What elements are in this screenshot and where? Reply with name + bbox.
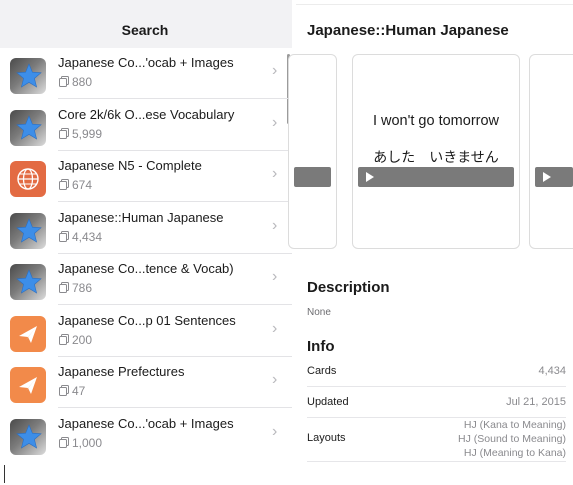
search-header: Search [0, 0, 292, 48]
deck-row[interactable]: Japanese Co...'ocab + Images 880 › [0, 48, 292, 99]
description-value: None [307, 307, 331, 318]
info-row-updated: Updated Jul 21, 2015 [307, 387, 566, 418]
deck-title: Japanese Co...p 01 Sentences [58, 312, 236, 328]
chevron-right-icon: › [272, 371, 278, 388]
card-preview-previous[interactable] [288, 54, 337, 249]
info-value: 4,434 [538, 365, 566, 377]
deck-title: Japanese N5 - Complete [58, 158, 202, 173]
cards-icon [59, 282, 69, 293]
cards-icon [59, 385, 69, 396]
deck-card-count: 674 [72, 178, 93, 192]
chevron-right-icon: › [272, 165, 278, 182]
divider [296, 4, 573, 5]
layout-item: HJ (Meaning to Kana) [463, 447, 566, 459]
description-heading: Description [307, 279, 390, 296]
deck-title: Japanese Co...tence & Vocab) [58, 261, 234, 276]
chevron-right-icon: › [272, 422, 278, 440]
deck-title: Japanese::Human Japanese [58, 209, 224, 225]
cards-icon [59, 179, 69, 190]
info-row-layouts: Layouts HJ (Kana to Meaning) HJ (Sound t… [307, 418, 566, 462]
audio-player-bar[interactable] [294, 167, 331, 187]
deck-detail-title: Japanese::Human Japanese [307, 22, 509, 39]
cards-icon [59, 76, 69, 87]
cards-icon [59, 127, 69, 139]
card-back-text: あした いきません [373, 149, 499, 165]
layout-item: HJ (Kana to Meaning) [463, 419, 566, 431]
info-label: Layouts [307, 432, 346, 444]
deck-row[interactable]: Japanese Co...p 01 Sentences 200 › [0, 306, 292, 357]
card-preview-next[interactable] [529, 54, 573, 249]
paper-plane-icon [10, 367, 46, 403]
chevron-right-icon: › [272, 268, 278, 285]
anki-star-icon [10, 109, 46, 146]
deck-card-count: 786 [72, 281, 93, 295]
layout-item: HJ (Sound to Meaning) [458, 433, 566, 445]
chevron-right-icon: › [272, 62, 278, 79]
cards-icon [59, 436, 69, 448]
info-label: Cards [307, 365, 337, 377]
deck-list-pane: Search Japanese Co...'ocab + Images 880 … [0, 0, 292, 485]
cards-icon [59, 333, 69, 345]
play-icon[interactable] [543, 172, 551, 182]
paper-plane-icon [10, 315, 46, 352]
chevron-right-icon: › [272, 319, 278, 337]
deck-row[interactable]: Japanese Co...'ocab + Images 1,000 › [0, 409, 292, 460]
card-preview[interactable]: I won't go tomorrow あした いきません [352, 54, 520, 249]
deck-row[interactable]: Japanese Prefectures 47 › [0, 357, 292, 408]
globe-icon [10, 161, 46, 197]
deck-detail-pane: Japanese::Human Japanese I won't go tomo… [288, 0, 573, 485]
card-front-text: I won't go tomorrow [372, 113, 500, 129]
deck-title: Japanese Co...'ocab + Images [58, 55, 234, 70]
deck-card-count: 5,999 [72, 126, 103, 141]
info-value: Jul 21, 2015 [506, 396, 566, 408]
anki-star-icon [10, 58, 46, 94]
deck-row[interactable]: Core 2k/6k O...ese Vocabulary 5,999 › [0, 100, 292, 151]
deck-card-count: 4,434 [72, 229, 103, 244]
chevron-right-icon: › [272, 216, 278, 234]
chevron-right-icon: › [272, 113, 278, 131]
anki-star-icon [10, 264, 46, 300]
info-row-cards: Cards 4,434 [307, 356, 566, 387]
deck-card-count: 200 [72, 332, 93, 347]
info-heading: Info [307, 338, 335, 355]
text-cursor [4, 465, 5, 483]
deck-card-count: 47 [72, 384, 86, 398]
audio-player-bar[interactable] [535, 167, 573, 187]
deck-title: Japanese Prefectures [58, 364, 185, 379]
search-title: Search [121, 22, 169, 38]
deck-card-count: 880 [72, 75, 93, 89]
cards-icon [59, 230, 69, 242]
info-label: Updated [307, 396, 349, 408]
divider [307, 461, 566, 462]
play-icon[interactable] [366, 172, 374, 182]
deck-card-count: 1,000 [72, 435, 103, 450]
deck-title: Japanese Co...'ocab + Images [58, 415, 234, 431]
audio-player-bar[interactable] [358, 167, 514, 187]
anki-star-icon [10, 212, 46, 249]
deck-row[interactable]: Japanese N5 - Complete 674 › [0, 151, 292, 202]
deck-title: Core 2k/6k O...ese Vocabulary [58, 106, 235, 122]
deck-row[interactable]: Japanese Co...tence & Vocab) 786 › [0, 254, 292, 305]
layouts-list: HJ (Kana to Meaning) HJ (Sound to Meanin… [458, 418, 566, 460]
anki-star-icon [10, 418, 46, 455]
deck-row[interactable]: Japanese::Human Japanese 4,434 › [0, 203, 292, 254]
